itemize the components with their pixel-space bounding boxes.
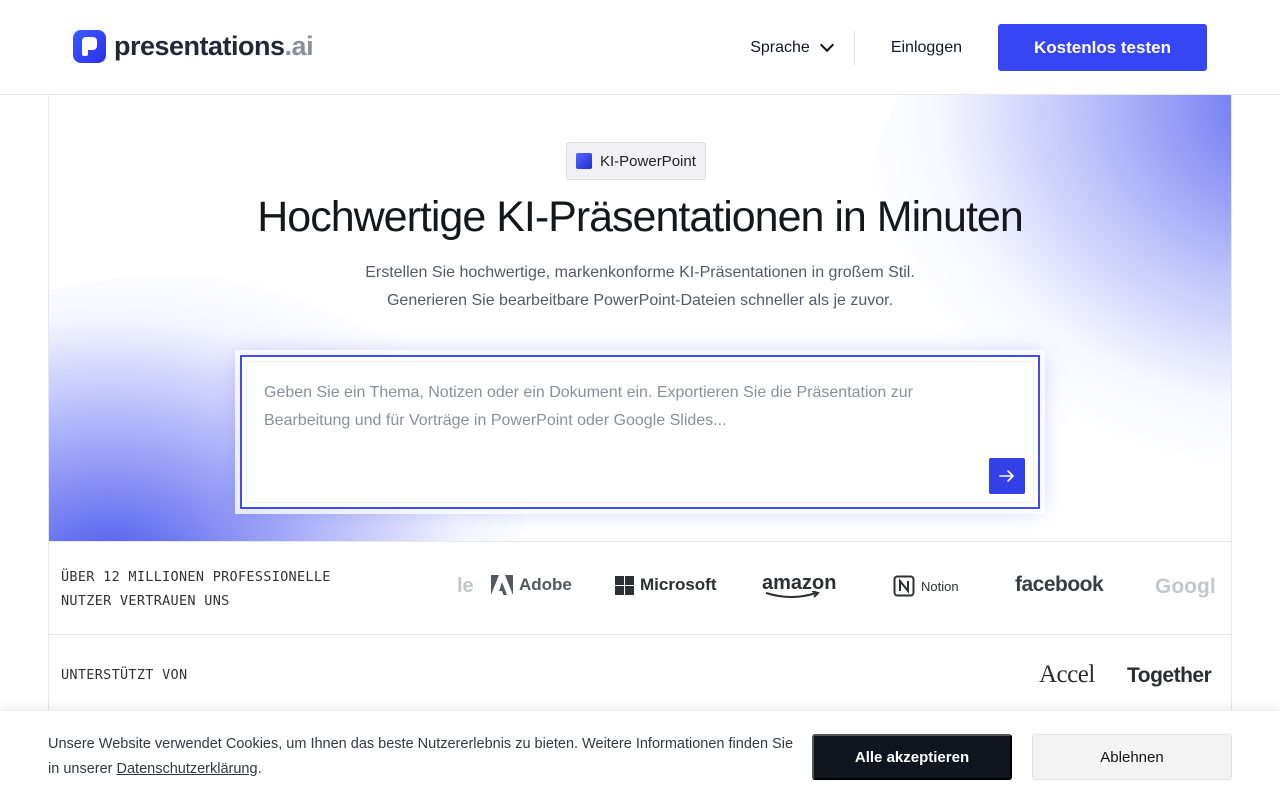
brand-name: facebook bbox=[1015, 573, 1104, 596]
logo-name: presentations bbox=[114, 31, 285, 61]
notion-icon bbox=[893, 575, 915, 597]
hero-title: Hochwertige KI-Präsentationen in Minuten bbox=[257, 193, 1024, 241]
hero-section: KI-PowerPoint Hochwertige KI-Präsentatio… bbox=[49, 95, 1231, 541]
backer-together: Together bbox=[1127, 664, 1212, 687]
cookie-message-end: . bbox=[257, 761, 262, 777]
backers-label: UNTERSTÜTZT VON bbox=[61, 667, 188, 683]
adobe-icon bbox=[491, 575, 513, 595]
hero-subtitle: Erstellen Sie hochwertige, markenkonform… bbox=[49, 259, 1231, 315]
hero-subtitle-line-1: Erstellen Sie hochwertige, markenkonform… bbox=[365, 264, 915, 281]
logo[interactable]: presentations.ai bbox=[73, 30, 314, 63]
hero-subtitle-line-2: Generieren Sie bearbeitbare PowerPoint-D… bbox=[386, 292, 894, 309]
brand-logo-adobe: Adobe bbox=[491, 575, 572, 595]
decline-button[interactable]: Ablehnen bbox=[1032, 734, 1232, 780]
logo-tld: .ai bbox=[284, 31, 314, 61]
product-badge: KI-PowerPoint bbox=[566, 142, 706, 180]
brand-logo-amazon: amazon bbox=[762, 572, 836, 599]
microsoft-icon bbox=[615, 575, 634, 595]
accept-all-button[interactable]: Alle akzeptieren bbox=[812, 734, 1012, 780]
cookie-banner: Unsere Website verwendet Cookies, um Ihn… bbox=[0, 710, 1280, 800]
free-trial-button[interactable]: Kostenlos testen bbox=[998, 24, 1207, 71]
amazon-smile-icon bbox=[765, 591, 820, 598]
header-nav: Sprache Einloggen Kostenlos testen bbox=[750, 24, 1207, 71]
trust-section: ÜBER 12 MILLIONEN PROFESSIONELLE NUTZER … bbox=[49, 541, 1231, 635]
privacy-policy-link[interactable]: Datenschutzerklärung bbox=[117, 761, 258, 777]
brand-logo-google: Googl bbox=[1155, 575, 1216, 599]
trust-text-line-1: ÜBER 12 MILLIONEN PROFESSIONELLE bbox=[61, 569, 331, 585]
backer-accel: Accel bbox=[1039, 661, 1095, 688]
trust-text: ÜBER 12 MILLIONEN PROFESSIONELLE NUTZER … bbox=[61, 565, 361, 613]
chevron-down-icon bbox=[819, 37, 834, 53]
brand-logo-notion: Notion bbox=[893, 575, 959, 597]
brand-name: Adobe bbox=[519, 575, 572, 594]
brand-name: Microsoft bbox=[640, 575, 717, 594]
login-link[interactable]: Einloggen bbox=[891, 39, 962, 57]
brand-name: Notion bbox=[921, 578, 959, 594]
badge-label: KI-PowerPoint bbox=[600, 152, 696, 170]
logo-text: presentations.ai bbox=[114, 31, 314, 62]
cookie-text: Unsere Website verwendet Cookies, um Ihn… bbox=[48, 732, 808, 782]
language-dropdown[interactable]: Sprache bbox=[750, 29, 855, 66]
brand-logo-facebook: facebook bbox=[1015, 573, 1104, 597]
backers-section: UNTERSTÜTZT VON Accel Together bbox=[49, 635, 1231, 710]
submit-button[interactable] bbox=[989, 458, 1025, 494]
trust-text-line-2: NUTZER VERTRAUEN UNS bbox=[61, 593, 230, 609]
brand-name: Googl bbox=[1155, 575, 1216, 598]
arrow-right-icon bbox=[999, 470, 1014, 482]
logo-icon bbox=[73, 30, 106, 63]
prompt-box[interactable]: Geben Sie ein Thema, Notizen oder ein Do… bbox=[240, 355, 1040, 509]
brand-logo-microsoft: Microsoft bbox=[615, 575, 717, 595]
language-label: Sprache bbox=[750, 38, 810, 56]
powerpoint-icon bbox=[576, 153, 592, 169]
prompt-input[interactable]: Geben Sie ein Thema, Notizen oder ein Do… bbox=[264, 379, 984, 435]
brand-name: le bbox=[457, 575, 474, 597]
brand-logo: le bbox=[457, 575, 474, 598]
site-header: presentations.ai Sprache Einloggen Koste… bbox=[0, 0, 1280, 95]
brand-logos: le Adobe Microsoft amazon Notion faceboo… bbox=[409, 542, 1217, 636]
